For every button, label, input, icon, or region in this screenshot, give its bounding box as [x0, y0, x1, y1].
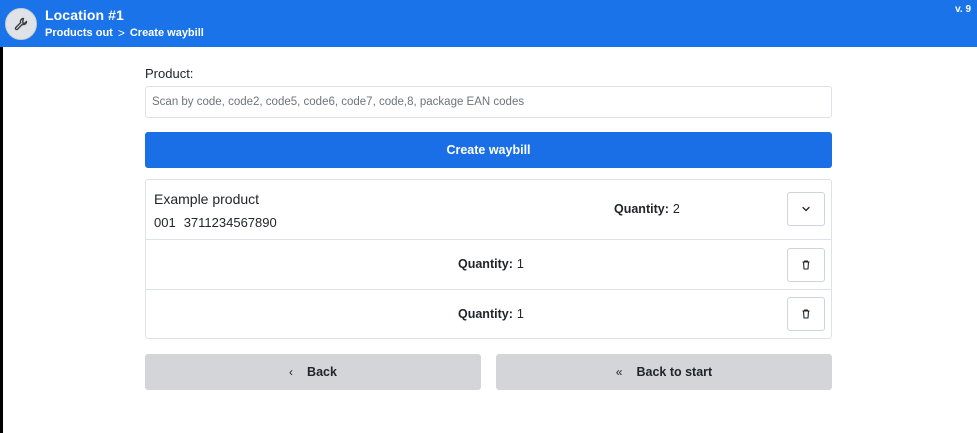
double-chevron-left-icon: « — [615, 365, 623, 379]
trash-icon — [802, 309, 810, 319]
chevron-left-icon: ‹ — [289, 365, 294, 379]
expand-button[interactable] — [787, 192, 825, 226]
product-codes: 001 3711234567890 — [154, 215, 277, 230]
product-list: Example product 001 3711234567890 Quanti… — [145, 179, 832, 339]
delete-button[interactable] — [787, 297, 825, 331]
create-waybill-button[interactable]: Create waybill — [145, 132, 832, 168]
breadcrumb-item-products-out[interactable]: Products out — [45, 27, 113, 39]
version-label: v. 9 — [955, 4, 971, 15]
breadcrumb-separator: > — [117, 26, 125, 40]
quantity-label: Quantity: — [458, 257, 513, 271]
sub-row-quantity: Quantity: 1 — [458, 307, 524, 321]
chevron-down-icon — [802, 206, 810, 212]
quantity-value: 1 — [516, 307, 524, 321]
back-button[interactable]: ‹ Back — [145, 354, 481, 390]
quantity-label: Quantity: — [614, 202, 669, 216]
back-button-label: Back — [307, 365, 337, 379]
product-label: Product: — [145, 66, 194, 81]
trash-icon — [802, 260, 810, 270]
sub-row-quantity: Quantity: 1 — [458, 257, 524, 271]
breadcrumb-item-create-waybill: Create waybill — [129, 27, 204, 39]
product-ean: 3711234567890 — [183, 215, 277, 230]
quantity-label: Quantity: — [458, 307, 513, 321]
quantity-value: 1 — [516, 257, 524, 271]
product-name: Example product — [154, 191, 260, 207]
page-title: Location #1 — [45, 7, 124, 23]
wrench-icon[interactable] — [5, 8, 37, 40]
sub-row: Quantity: 1 — [146, 290, 831, 339]
quantity-value: 2 — [672, 202, 680, 216]
product-quantity: Quantity: 2 — [614, 202, 680, 216]
left-border — [0, 47, 3, 433]
sub-row: Quantity: 1 — [146, 240, 831, 290]
app-header: Location #1 Products out > Create waybil… — [0, 0, 977, 47]
product-code: 001 — [154, 215, 176, 230]
delete-button[interactable] — [787, 248, 825, 282]
back-to-start-button[interactable]: « Back to start — [496, 354, 832, 390]
product-row: Example product 001 3711234567890 Quanti… — [146, 180, 831, 240]
breadcrumb: Products out > Create waybill — [45, 26, 204, 40]
product-scan-input[interactable] — [145, 86, 832, 118]
back-to-start-label: Back to start — [636, 365, 713, 379]
